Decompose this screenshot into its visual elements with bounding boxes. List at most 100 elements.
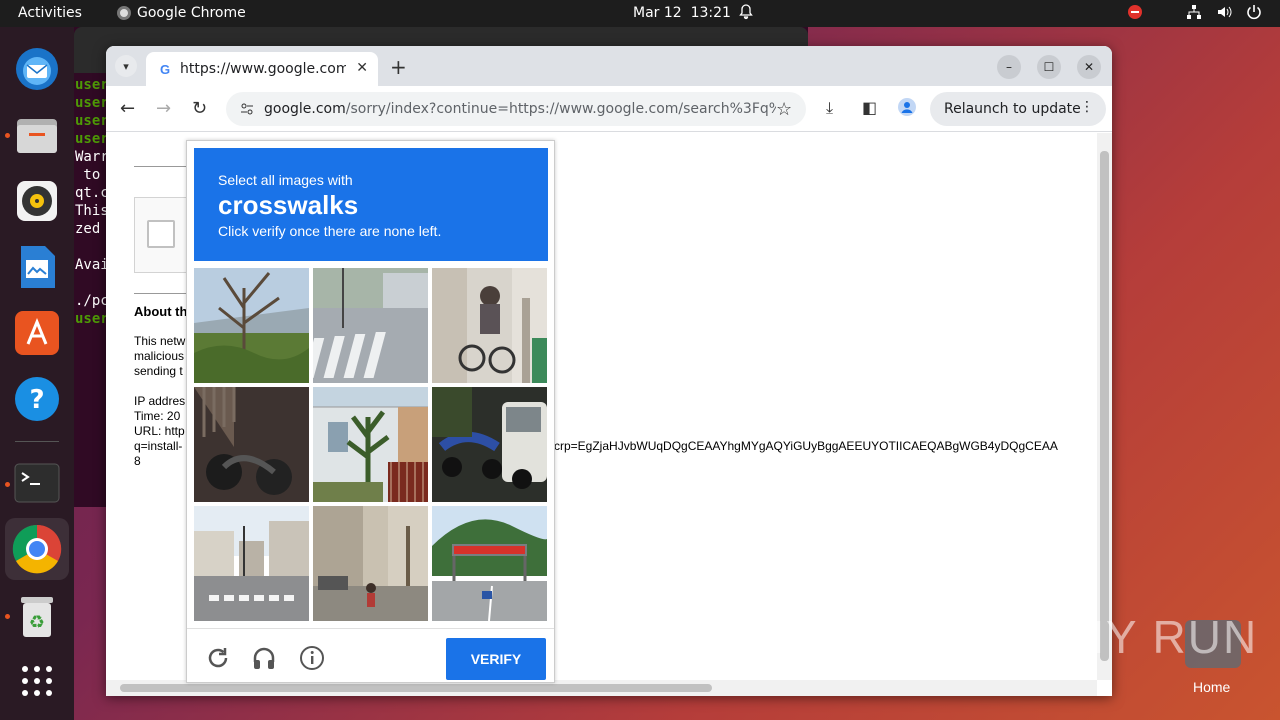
divider: [134, 293, 194, 294]
more-menu-icon[interactable]: ⋮: [1080, 99, 1094, 115]
home-label[interactable]: Home: [1193, 679, 1230, 695]
google-favicon-icon: G: [160, 62, 170, 76]
show-apps-icon[interactable]: [13, 657, 61, 705]
thunderbird-icon[interactable]: [13, 45, 61, 93]
terminal-line: to: [75, 167, 101, 183]
num-line: 8: [134, 454, 141, 468]
relaunch-to-update-button[interactable]: Relaunch to update ⋮: [930, 92, 1106, 126]
do-not-disturb-icon: [1128, 5, 1142, 19]
chrome-icon[interactable]: [5, 518, 69, 580]
chrome-small-icon: [117, 6, 131, 20]
terminal-line: user: [75, 95, 109, 111]
scrollbar-thumb[interactable]: [1100, 151, 1109, 661]
verify-button[interactable]: VERIFY: [446, 638, 546, 680]
vertical-scrollbar[interactable]: [1097, 133, 1112, 680]
maximize-button[interactable]: ☐: [1037, 55, 1061, 79]
captcha-tile[interactable]: [432, 506, 547, 621]
bell-icon[interactable]: [738, 4, 754, 24]
dock-separator: [15, 441, 59, 442]
anyrun-watermark: ANY RUN: [1038, 611, 1259, 663]
recaptcha-anchor[interactable]: [134, 197, 194, 273]
running-indicator: [5, 614, 10, 619]
tab-google[interactable]: G https://www.google.com ✕: [146, 52, 378, 86]
help-icon[interactable]: ?: [13, 375, 61, 423]
reload-icon[interactable]: ↻: [192, 98, 207, 119]
ip-line: IP addres: [134, 394, 186, 408]
dock: ? ♻: [0, 27, 74, 720]
url-host: google.com: [264, 101, 346, 117]
bookmark-star-icon[interactable]: ☆: [776, 99, 792, 120]
challenge-target: crosswalks: [218, 190, 359, 220]
captcha-tile[interactable]: [432, 268, 547, 383]
captcha-tile[interactable]: [194, 268, 309, 383]
new-tab-button[interactable]: +: [390, 55, 407, 79]
time-line: Time: 20: [134, 409, 181, 423]
app-center-icon[interactable]: [13, 309, 61, 357]
minimize-button[interactable]: –: [997, 55, 1021, 79]
close-window-button[interactable]: ✕: [1077, 55, 1101, 79]
profile-icon[interactable]: [898, 98, 916, 120]
terminal-line: user: [75, 131, 109, 147]
recaptcha-challenge: Select all images with crosswalks Click …: [186, 140, 555, 683]
query-line: q=install-: [134, 439, 183, 453]
captcha-tile[interactable]: [313, 268, 428, 383]
reload-challenge-icon[interactable]: [205, 645, 231, 671]
power-icon: [1247, 5, 1261, 20]
divider: [134, 166, 194, 167]
terminal-line: user: [75, 311, 109, 327]
challenge-header: Select all images with crosswalks Click …: [194, 148, 548, 261]
url-line: URL: http: [134, 424, 185, 438]
about-heading: About th: [134, 304, 188, 319]
chevron-down-icon: ▾: [123, 59, 129, 73]
captcha-tile[interactable]: [313, 506, 428, 621]
terminal-line: user: [75, 113, 109, 129]
top-bar: Activities Google Chrome Mar 12 13:21: [0, 0, 1280, 27]
svg-text:?: ?: [29, 385, 44, 415]
terminal-line: ./pc: [75, 293, 109, 309]
rhythmbox-icon[interactable]: [13, 177, 61, 225]
trash-icon[interactable]: ♻: [13, 592, 61, 640]
scrollbar-thumb[interactable]: [120, 684, 712, 692]
system-tray[interactable]: [1128, 4, 1262, 20]
activities-button[interactable]: Activities: [18, 5, 82, 21]
query-fragment: crp=EgZjaHJvbWUqDQgCEAAYhgMYgAQYiGUyBggA…: [554, 439, 1058, 453]
svg-text:G: G: [160, 62, 170, 76]
tab-title: https://www.google.com: [180, 61, 346, 77]
para-line: malicious: [134, 349, 185, 363]
terminal-line: This: [75, 203, 109, 219]
tab-strip: ▾ G https://www.google.com ✕ + – ☐ ✕: [106, 46, 1112, 86]
libreoffice-writer-icon[interactable]: [13, 243, 61, 291]
side-panel-icon[interactable]: ◧: [862, 98, 877, 117]
app-menu[interactable]: Google Chrome: [117, 5, 246, 21]
forward-arrow-icon[interactable]: →: [156, 98, 171, 119]
captcha-tile[interactable]: [432, 387, 547, 502]
recaptcha-checkbox[interactable]: [147, 220, 175, 248]
captcha-tile[interactable]: [194, 506, 309, 621]
info-icon[interactable]: [299, 645, 325, 671]
close-tab-icon[interactable]: ✕: [356, 60, 368, 76]
clock[interactable]: Mar 12 13:21: [633, 5, 731, 21]
back-arrow-icon[interactable]: ←: [120, 98, 135, 119]
date-label: Mar 12: [633, 5, 682, 21]
volume-icon: [1218, 6, 1232, 18]
download-icon[interactable]: ⤓: [826, 98, 833, 118]
captcha-tile[interactable]: [194, 387, 309, 502]
terminal-line: user: [75, 77, 109, 93]
app-name-label: Google Chrome: [137, 5, 246, 21]
network-icon: [1187, 5, 1201, 19]
terminal-line: qt.c: [75, 185, 109, 201]
relaunch-label: Relaunch to update: [944, 101, 1081, 117]
instruction-line: Select all images with: [218, 172, 353, 188]
captcha-tile[interactable]: [313, 387, 428, 502]
image-grid: [194, 268, 548, 622]
terminal-line: zed: [75, 221, 101, 237]
para-line: This netw: [134, 334, 186, 348]
terminal-icon[interactable]: [13, 459, 61, 507]
address-bar[interactable]: google.com /sorry/index?continue=https:/…: [226, 92, 806, 126]
running-indicator: [5, 133, 10, 138]
audio-challenge-icon[interactable]: [251, 645, 277, 671]
files-icon[interactable]: [13, 111, 61, 159]
terminal-line: Avai: [75, 257, 109, 273]
tab-search-button[interactable]: ▾: [115, 55, 137, 77]
running-indicator: [5, 482, 10, 487]
